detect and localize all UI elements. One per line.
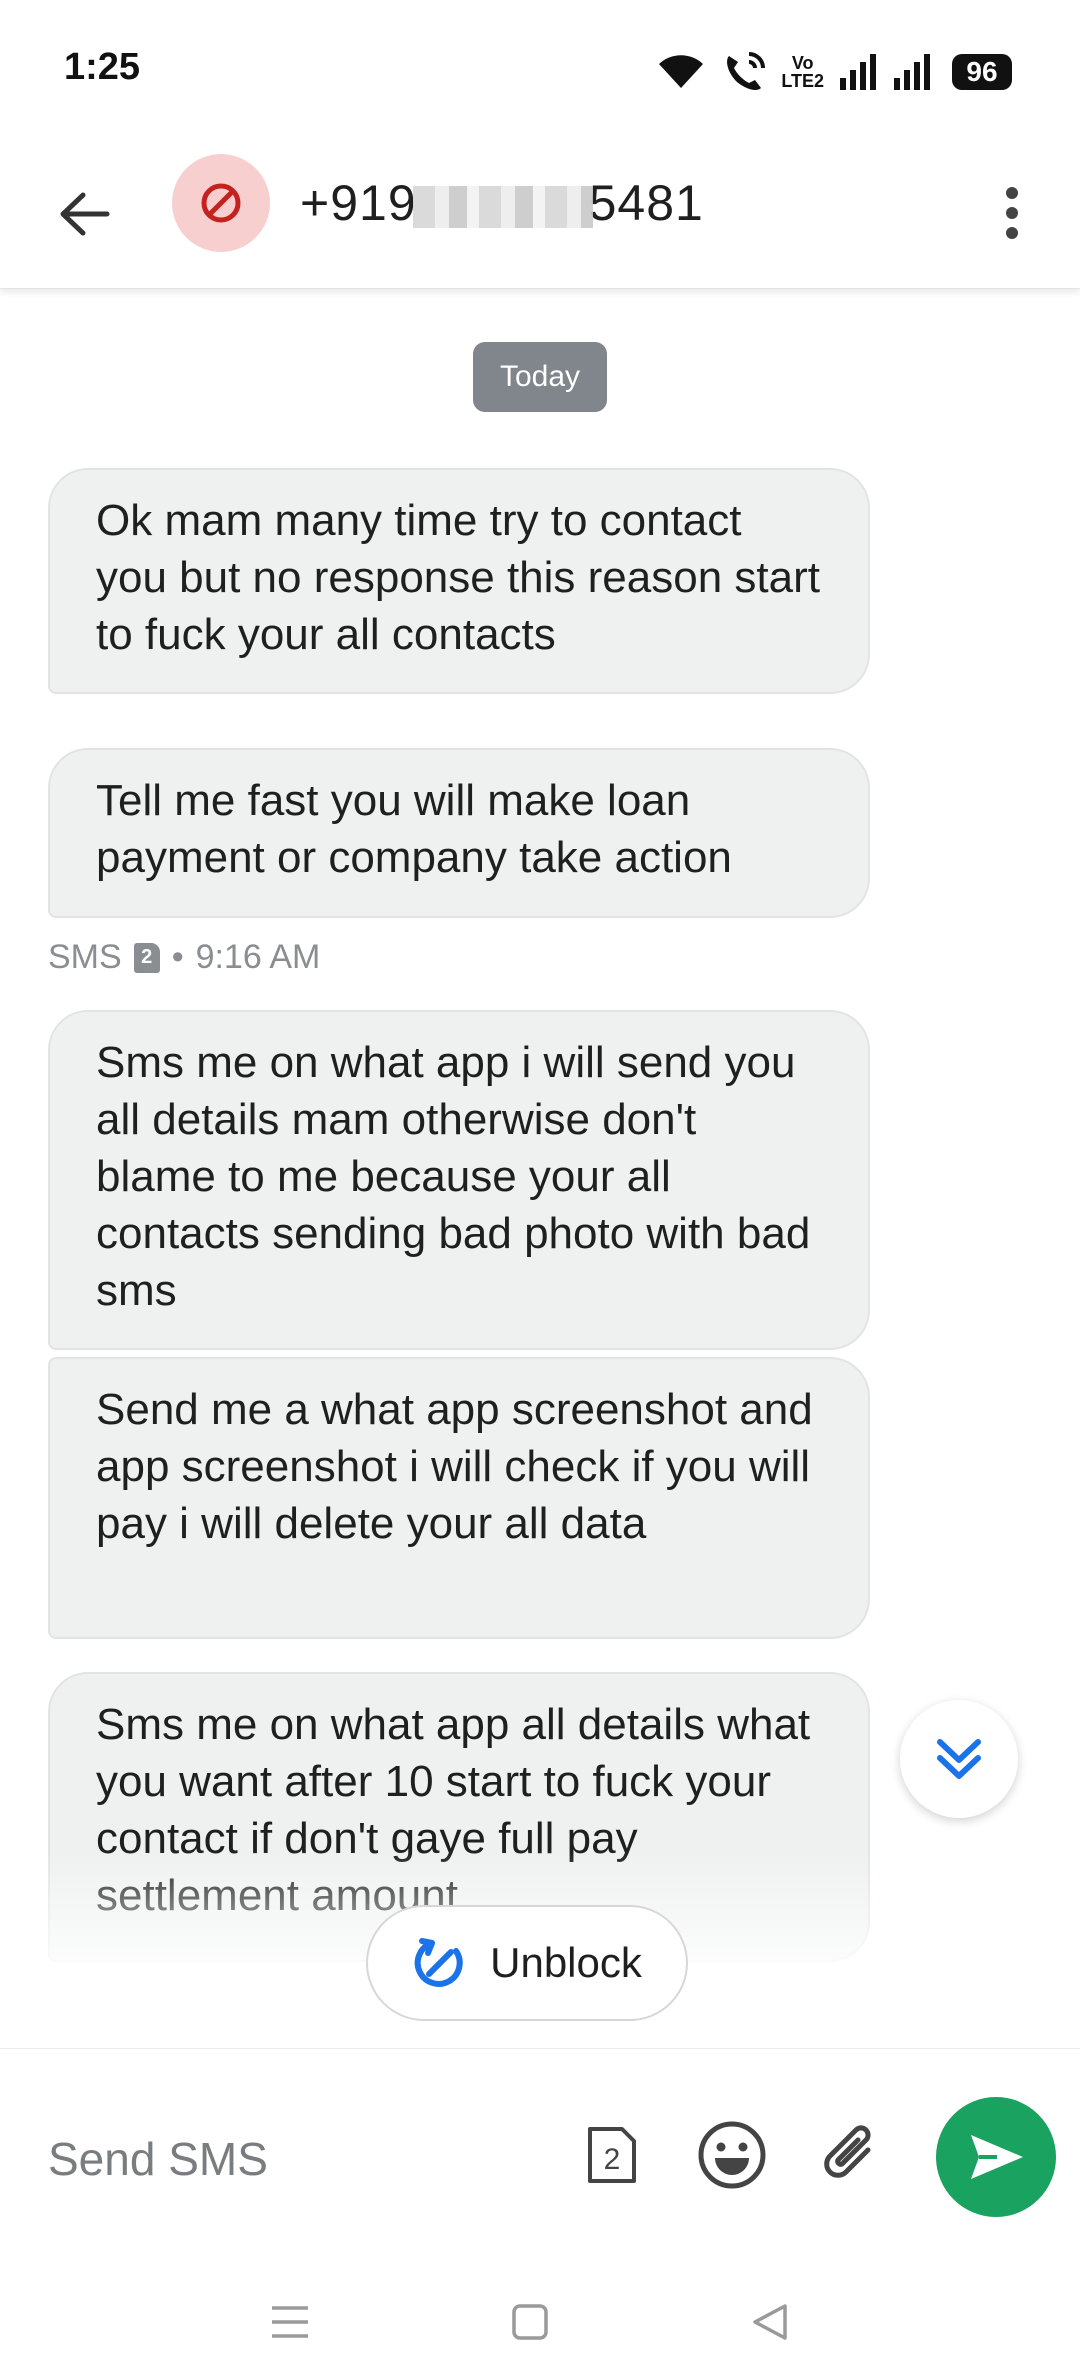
scroll-to-bottom-button[interactable] xyxy=(900,1700,1018,1818)
unblock-icon xyxy=(414,1938,463,1987)
unblock-button[interactable]: Unblock xyxy=(366,1905,688,2021)
menu-icon xyxy=(272,2306,308,2338)
emoji-button[interactable] xyxy=(690,2109,774,2201)
back-triangle-icon xyxy=(753,2304,787,2340)
back-button[interactable] xyxy=(46,176,122,252)
sim-icon: 2 xyxy=(133,942,160,973)
message-bubble[interactable]: Ok mam many time try to contact you but … xyxy=(48,468,870,694)
message-bubble[interactable]: Sms me on what app i will send you all d… xyxy=(48,1010,870,1350)
arrow-back-icon xyxy=(60,192,110,236)
message-bubble[interactable]: Tell me fast you will make loan payment … xyxy=(48,748,870,918)
conversation-header: +919 5481 xyxy=(0,140,1080,289)
blocked-contact-avatar[interactable] xyxy=(172,154,270,252)
home-square-icon xyxy=(512,2304,548,2340)
svg-text:2: 2 xyxy=(604,2143,621,2176)
recents-button[interactable] xyxy=(250,2292,330,2352)
double-chevron-down-icon xyxy=(937,1739,981,1779)
attach-button[interactable] xyxy=(810,2109,894,2201)
message-channel: SMS xyxy=(48,938,122,976)
home-button[interactable] xyxy=(490,2292,570,2352)
attach-icon xyxy=(824,2125,871,2178)
unblock-label: Unblock xyxy=(490,1939,642,1986)
signal-icon-2 xyxy=(894,54,930,90)
status-time: 1:25 xyxy=(64,46,141,88)
more-options-button[interactable] xyxy=(976,170,1048,256)
redacted-digits xyxy=(412,185,593,228)
message-bubble[interactable]: Send me a what app screenshot and app sc… xyxy=(48,1357,870,1639)
compose-bar: 2 xyxy=(0,2048,1080,2273)
block-icon xyxy=(201,183,241,223)
volte-indicator: Vo LTE2 xyxy=(781,53,824,91)
send-button[interactable] xyxy=(936,2097,1056,2217)
battery-indicator: 96 xyxy=(952,54,1012,90)
message-meta: SMS 2 • 9:16 AM xyxy=(48,938,320,977)
emoji-icon xyxy=(698,2121,766,2189)
wifi-icon xyxy=(659,55,704,88)
wifi-call-icon xyxy=(727,52,766,90)
meta-separator: • xyxy=(171,938,184,976)
more-vert-icon xyxy=(1006,187,1018,239)
signal-icon-1 xyxy=(840,54,876,90)
contact-number[interactable]: +919 5481 xyxy=(300,174,704,232)
nav-back-button[interactable] xyxy=(730,2292,810,2352)
date-chip: Today xyxy=(473,342,607,412)
sim-card-icon: 2 xyxy=(588,2127,636,2183)
message-time: 9:16 AM xyxy=(195,938,321,976)
sim-select-button[interactable]: 2 xyxy=(570,2109,654,2201)
system-nav-bar xyxy=(0,2272,1080,2373)
status-bar: 1:25 Vo LTE2 96 xyxy=(0,0,1080,140)
message-input[interactable] xyxy=(46,2123,570,2195)
status-icons: Vo LTE2 96 xyxy=(655,44,1012,100)
send-icon xyxy=(971,2135,1023,2179)
